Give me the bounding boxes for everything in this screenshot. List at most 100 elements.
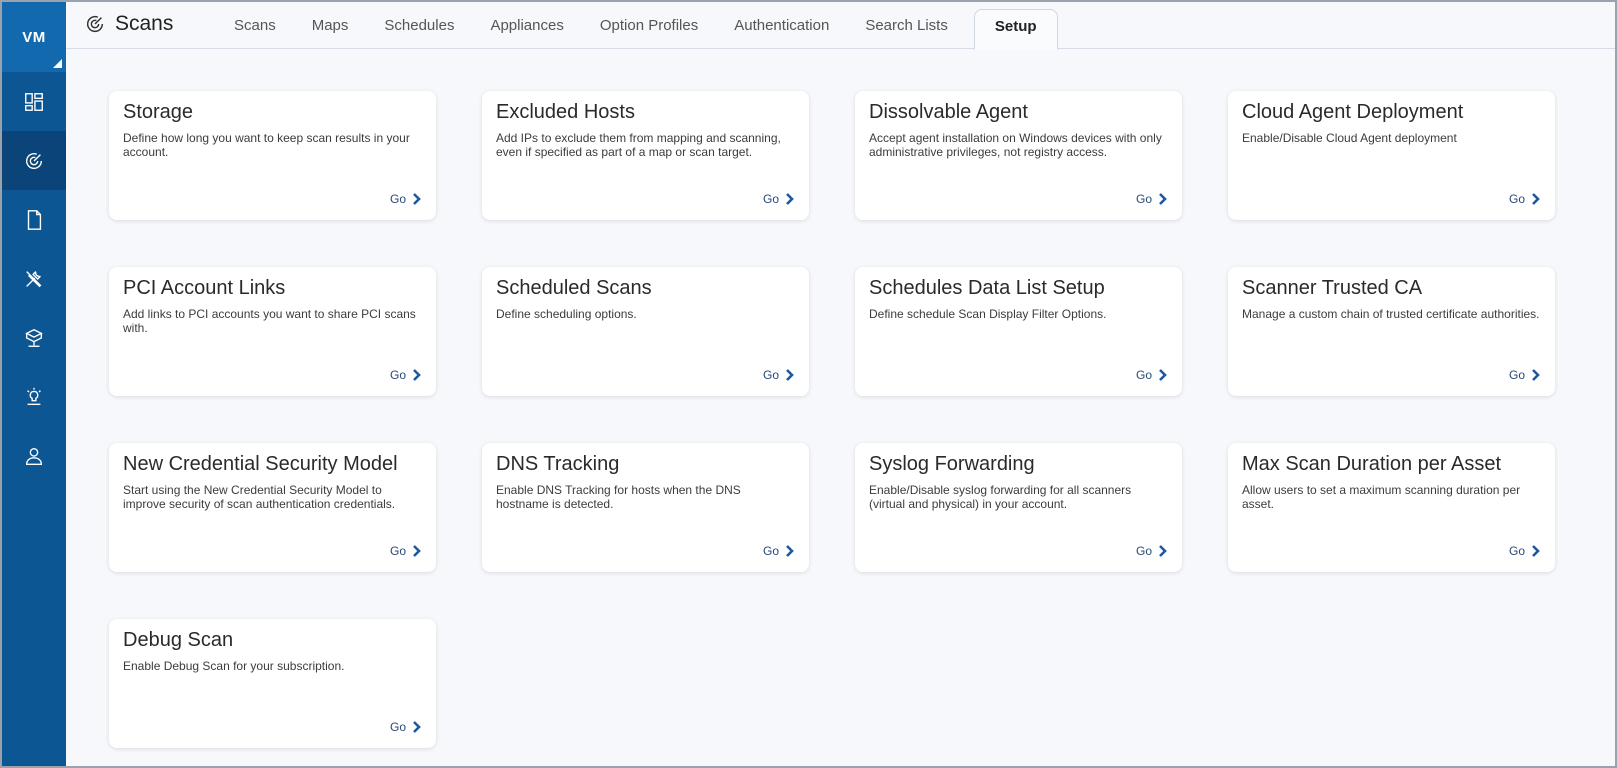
chevron-right-icon — [786, 545, 794, 557]
scans-radar-icon — [87, 15, 104, 33]
go-link[interactable]: Go — [1509, 368, 1540, 382]
go-link[interactable]: Go — [1509, 544, 1540, 558]
setup-card: Scanner Trusted CA Manage a custom chain… — [1228, 267, 1555, 396]
go-label: Go — [762, 544, 779, 558]
chevron-right-icon — [1532, 193, 1540, 205]
card-description: Enable DNS Tracking for hosts when the D… — [496, 483, 741, 511]
card-description: Allow users to set a maximum scanning du… — [1242, 483, 1521, 511]
go-link[interactable]: Go — [390, 192, 421, 206]
card-description: Manage a custom chain of trusted certifi… — [1242, 307, 1540, 321]
chevron-right-icon — [413, 545, 421, 557]
reports-document-icon — [27, 209, 42, 230]
chevron-right-icon — [1159, 369, 1167, 381]
sidebar-item-user[interactable] — [2, 426, 66, 485]
chevron-right-icon — [413, 721, 421, 733]
go-label: Go — [762, 368, 779, 382]
chevron-right-icon — [1159, 545, 1167, 557]
setup-card: Max Scan Duration per Asset Allow users … — [1228, 443, 1555, 572]
go-link[interactable]: Go — [390, 544, 421, 558]
card-title: Max Scan Duration per Asset — [1242, 453, 1502, 475]
chevron-right-icon — [786, 193, 794, 205]
card-title: PCI Account Links — [123, 277, 286, 299]
card-title: Scanner Trusted CA — [1242, 277, 1423, 299]
go-label: Go — [389, 192, 406, 206]
tab-scans[interactable]: Scans — [216, 2, 294, 49]
card-title: Syslog Forwarding — [869, 453, 1035, 475]
tab-authentication[interactable]: Authentication — [716, 2, 847, 49]
go-label: Go — [1135, 192, 1152, 206]
tab-schedules[interactable]: Schedules — [366, 2, 472, 49]
assets-network-icon — [25, 328, 43, 347]
card-title: DNS Tracking — [496, 453, 620, 475]
go-label: Go — [1508, 544, 1525, 558]
top-bar: Scans Scans Maps Schedules Appliances Op… — [66, 2, 1615, 50]
setup-card: Storage Define how long you want to keep… — [109, 91, 436, 220]
tab-option-profiles[interactable]: Option Profiles — [582, 2, 716, 49]
go-link[interactable]: Go — [763, 544, 794, 558]
card-description: Define scheduling options. — [496, 307, 637, 321]
go-link[interactable]: Go — [1136, 192, 1167, 206]
setup-card: Dissolvable Agent Accept agent installat… — [855, 91, 1182, 220]
card-description: Define schedule Scan Display Filter Opti… — [869, 307, 1107, 321]
dashboard-icon — [25, 92, 43, 111]
go-link[interactable]: Go — [390, 720, 421, 734]
card-description: Add links to PCI accounts you want to sh… — [123, 307, 416, 335]
card-title: Storage — [123, 101, 194, 123]
sidebar: VM — [2, 2, 66, 766]
setup-card: Scheduled Scans Define scheduling option… — [482, 267, 809, 396]
setup-cards-grid: Storage Define how long you want to keep… — [109, 91, 1555, 748]
go-label: Go — [1508, 192, 1525, 206]
setup-card: Syslog Forwarding Enable/Disable syslog … — [855, 443, 1182, 572]
sidebar-item-dashboard[interactable] — [2, 72, 66, 131]
app-switcher-corner-icon — [53, 59, 62, 68]
go-label: Go — [1135, 368, 1152, 382]
card-title: New Credential Security Model — [123, 453, 398, 475]
go-link[interactable]: Go — [763, 368, 794, 382]
chevron-right-icon — [786, 369, 794, 381]
app-switcher[interactable]: VM — [2, 2, 66, 72]
card-description: Define how long you want to keep scan re… — [123, 131, 410, 159]
page-title-text: Scans — [115, 12, 174, 35]
go-label: Go — [762, 192, 779, 206]
chevron-right-icon — [1532, 545, 1540, 557]
tab-setup[interactable]: Setup — [973, 9, 1058, 50]
card-title: Scheduled Scans — [496, 277, 652, 299]
sidebar-item-knowledgebase[interactable] — [2, 367, 66, 426]
card-title: Excluded Hosts — [496, 101, 635, 123]
sidebar-item-reports[interactable] — [2, 190, 66, 249]
sidebar-item-assets[interactable] — [2, 308, 66, 367]
setup-card: Cloud Agent Deployment Enable/Disable Cl… — [1228, 91, 1555, 220]
go-link[interactable]: Go — [1136, 368, 1167, 382]
tab-appliances[interactable]: Appliances — [472, 2, 581, 49]
setup-card: PCI Account Links Add links to PCI accou… — [109, 267, 436, 396]
card-title: Dissolvable Agent — [869, 101, 1028, 123]
card-description: Enable Debug Scan for your subscription. — [123, 659, 345, 673]
card-description: Add IPs to exclude them from mapping and… — [496, 131, 781, 159]
card-description: Enable/Disable Cloud Agent deployment — [1242, 131, 1457, 145]
page-title: Scans — [84, 12, 173, 36]
card-description: Enable/Disable syslog forwarding for all… — [869, 483, 1132, 511]
chevron-right-icon — [1532, 369, 1540, 381]
user-icon — [25, 447, 43, 465]
tab-search-lists[interactable]: Search Lists — [847, 2, 966, 49]
app-window: VM Scans Scans Maps Schedules Appliances… — [0, 0, 1617, 768]
setup-card: Schedules Data List Setup Define schedul… — [855, 267, 1182, 396]
sidebar-item-scans[interactable] — [2, 131, 66, 190]
chevron-right-icon — [413, 369, 421, 381]
go-label: Go — [389, 720, 406, 734]
setup-card: DNS Tracking Enable DNS Tracking for hos… — [482, 443, 809, 572]
card-title: Schedules Data List Setup — [869, 277, 1105, 299]
scans-radar-icon — [26, 152, 43, 169]
card-description: Accept agent installation on Windows dev… — [869, 131, 1162, 159]
go-link[interactable]: Go — [763, 192, 794, 206]
card-title: Debug Scan — [123, 629, 234, 651]
go-link[interactable]: Go — [390, 368, 421, 382]
go-link[interactable]: Go — [1509, 192, 1540, 206]
tab-bar: Scans Maps Schedules Appliances Option P… — [216, 2, 1058, 50]
tab-maps[interactable]: Maps — [294, 2, 367, 49]
sidebar-item-tools[interactable] — [2, 249, 66, 308]
chevron-right-icon — [1159, 193, 1167, 205]
go-link[interactable]: Go — [1136, 544, 1167, 558]
tools-icon — [26, 270, 42, 287]
go-label: Go — [389, 544, 406, 558]
